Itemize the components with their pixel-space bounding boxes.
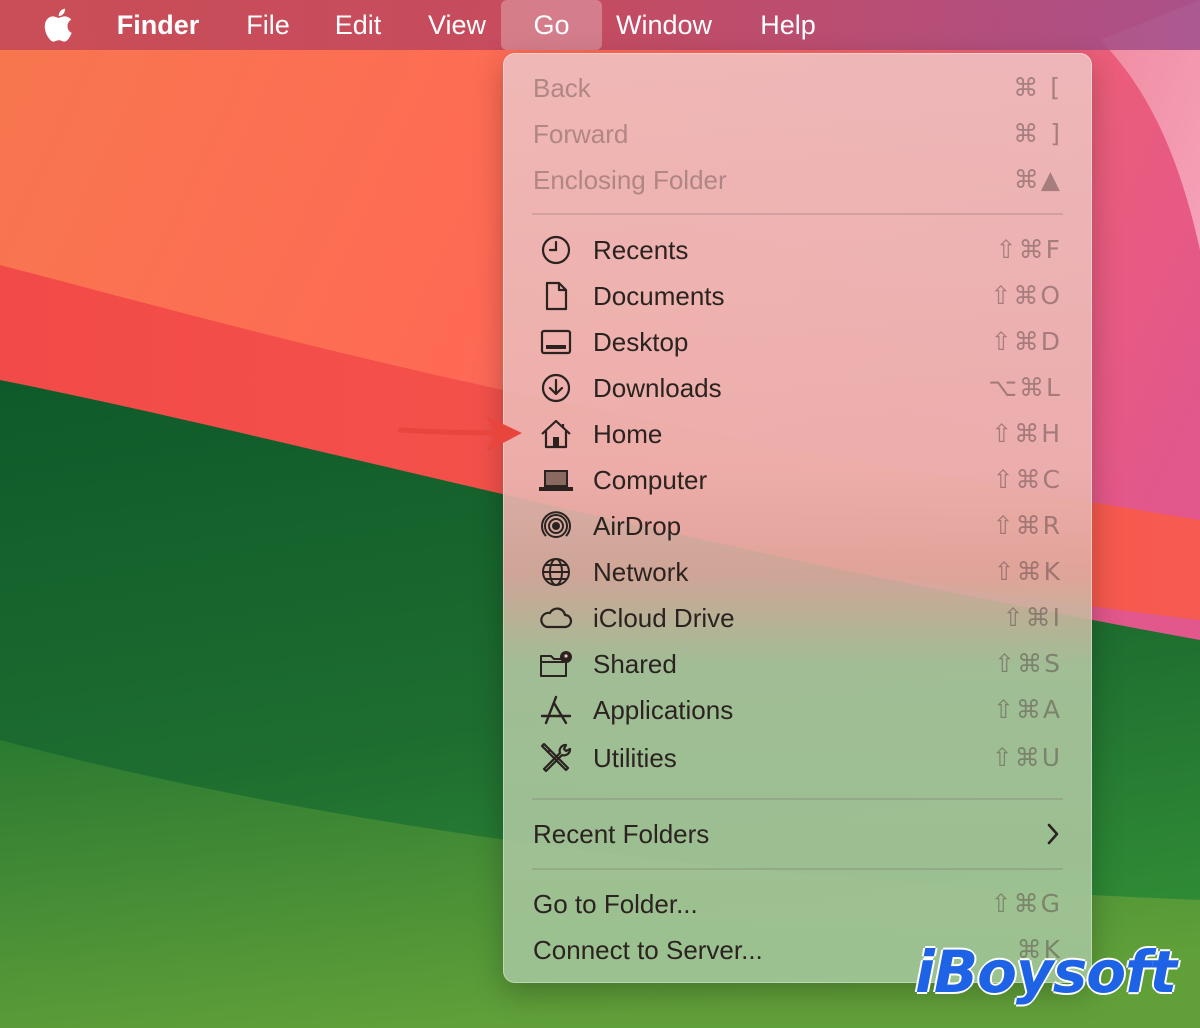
menu-item-back: Back ⌘ [ xyxy=(503,65,1092,111)
menu-item-shortcut: ⌘ [ xyxy=(1013,73,1062,102)
menu-item-shortcut: ⌘ ] xyxy=(1013,119,1062,148)
chevron-right-icon xyxy=(1047,823,1059,845)
airdrop-icon xyxy=(538,508,574,544)
menu-item-shortcut: ⇧⌘R xyxy=(992,511,1062,540)
menu-item-recent-folders[interactable]: Recent Folders xyxy=(503,811,1092,857)
menu-item-network[interactable]: Network ⇧⌘K xyxy=(503,549,1092,595)
menubar-item-edit[interactable]: Edit xyxy=(325,0,391,50)
menu-item-shortcut: ⇧⌘U xyxy=(991,743,1062,772)
menubar-item-finder[interactable]: Finder xyxy=(108,0,208,50)
app-store-icon xyxy=(538,692,574,728)
menu-item-shortcut: ⇧⌘S xyxy=(994,649,1062,678)
shared-folder-icon xyxy=(538,646,574,682)
menu-item-icloud-drive[interactable]: iCloud Drive ⇧⌘I xyxy=(503,595,1092,641)
menu-item-label: Recent Folders xyxy=(533,819,710,849)
menubar-item-go[interactable]: Go xyxy=(501,0,602,50)
globe-icon xyxy=(538,554,574,590)
menu-item-label: Applications xyxy=(593,695,734,725)
menu-item-label: Recents xyxy=(593,235,689,265)
menu-item-shortcut: ⇧⌘O xyxy=(990,281,1062,310)
menu-item-documents[interactable]: Documents ⇧⌘O xyxy=(503,273,1092,319)
desktop-icon xyxy=(538,324,574,360)
menu-item-enclosing-folder: Enclosing Folder ⌘▲ xyxy=(503,157,1092,203)
menu-item-shortcut: ⇧⌘K xyxy=(993,557,1062,586)
menu-item-label: Documents xyxy=(593,281,725,311)
document-icon xyxy=(538,278,574,314)
menu-item-shortcut: ⇧⌘H xyxy=(991,419,1062,448)
menu-item-go-to-folder[interactable]: Go to Folder... ⇧⌘G xyxy=(503,881,1092,927)
menu-item-label: Shared xyxy=(593,649,677,679)
menu-item-shortcut: ⇧⌘I xyxy=(1002,603,1062,632)
menu-item-applications[interactable]: Applications ⇧⌘A xyxy=(503,687,1092,733)
menu-item-label: Go to Folder... xyxy=(533,889,698,919)
menu-item-airdrop[interactable]: AirDrop ⇧⌘R xyxy=(503,503,1092,549)
menu-item-shortcut: ⇧⌘D xyxy=(990,327,1062,356)
menu-item-home[interactable]: Home ⇧⌘H xyxy=(503,411,1092,457)
menu-item-label: Computer xyxy=(593,465,708,495)
cloud-icon xyxy=(538,600,574,636)
watermark-logo: iBoysoft xyxy=(915,938,1177,1006)
menu-item-shortcut: ⇧⌘A xyxy=(992,695,1062,724)
menu-item-label: Desktop xyxy=(593,327,689,357)
menu-item-shared[interactable]: Shared ⇧⌘S xyxy=(503,641,1092,687)
menu-item-label: Connect to Server... xyxy=(533,935,763,965)
menu-item-label: Network xyxy=(593,557,689,587)
menu-separator xyxy=(532,213,1063,215)
menu-item-utilities[interactable]: Utilities ⇧⌘U xyxy=(503,735,1092,781)
menu-item-label: AirDrop xyxy=(593,511,682,541)
house-icon xyxy=(538,416,574,452)
menu-item-label: Downloads xyxy=(593,373,722,403)
menu-item-desktop[interactable]: Desktop ⇧⌘D xyxy=(503,319,1092,365)
laptop-icon xyxy=(538,462,574,498)
menu-separator xyxy=(532,798,1063,800)
menu-item-recents[interactable]: Recents ⇧⌘F xyxy=(503,227,1092,273)
menu-bar: Finder File Edit View Go Window Help xyxy=(0,0,1200,50)
menu-item-shortcut: ⌘▲ xyxy=(1013,165,1062,194)
download-icon xyxy=(538,370,574,406)
menu-item-label: Home xyxy=(593,419,663,449)
pointer-arrow-icon xyxy=(398,416,522,452)
menu-item-label: Forward xyxy=(533,119,629,149)
menu-item-label: Enclosing Folder xyxy=(533,165,727,195)
menu-item-shortcut: ⇧⌘C xyxy=(992,465,1062,494)
menubar-item-view[interactable]: View xyxy=(418,0,496,50)
menu-item-shortcut: ⇧⌘F xyxy=(995,235,1062,264)
menubar-item-help[interactable]: Help xyxy=(748,0,828,50)
menu-item-label: iCloud Drive xyxy=(593,603,735,633)
go-menu: Back ⌘ [ Forward ⌘ ] Enclosing Folder ⌘▲… xyxy=(503,53,1092,983)
menu-item-computer[interactable]: Computer ⇧⌘C xyxy=(503,457,1092,503)
menu-item-shortcut: ⌥⌘L xyxy=(988,373,1062,402)
menu-item-label: Utilities xyxy=(593,743,677,773)
menu-item-label: Back xyxy=(533,73,591,103)
tools-icon xyxy=(538,740,574,776)
clock-icon xyxy=(538,232,574,268)
menu-item-shortcut: ⇧⌘G xyxy=(990,889,1062,918)
menubar-item-file[interactable]: File xyxy=(237,0,299,50)
menu-item-forward: Forward ⌘ ] xyxy=(503,111,1092,157)
menu-item-downloads[interactable]: Downloads ⌥⌘L xyxy=(503,365,1092,411)
apple-logo-icon[interactable] xyxy=(40,6,74,44)
menu-separator xyxy=(532,868,1063,870)
menubar-item-window[interactable]: Window xyxy=(605,0,723,50)
